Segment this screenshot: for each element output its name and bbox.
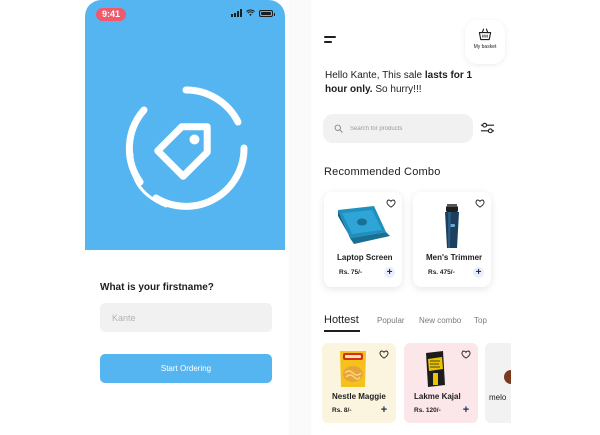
add-to-basket-button[interactable]: + [384, 267, 395, 278]
hot-card-lakme-kajal[interactable]: Lakme Kajal Rs. 120/- + [404, 343, 478, 423]
combo-price: Rs. 475/- [428, 269, 455, 276]
onboarding-screen: 9:41 What is your firstname? Kante Start… [85, 0, 285, 435]
basket-icon [478, 28, 492, 41]
maggie-image [340, 351, 366, 387]
heart-icon[interactable] [379, 350, 389, 359]
greeting-part1: Hello Kante, This sale [325, 70, 425, 81]
search-bar[interactable] [323, 114, 473, 143]
category-tabs: Hottest Popular New combo Top [324, 314, 511, 332]
hot-card-nestle-maggie[interactable]: Nestle Maggie Rs. 8/- + [322, 343, 396, 423]
combo-name: Men's Trimmer [426, 253, 483, 262]
firstname-input[interactable] [100, 303, 272, 332]
start-ordering-button[interactable]: Start Ordering [100, 354, 272, 383]
search-icon [334, 124, 343, 133]
basket-label: My basket [473, 44, 497, 50]
add-to-basket-button[interactable]: + [461, 405, 471, 416]
status-time: 9:41 [96, 8, 127, 21]
greeting-text: Hello Kante, This sale lasts for 1 hour … [325, 69, 475, 97]
tab-hottest[interactable]: Hottest [324, 314, 359, 326]
filter-icon[interactable] [480, 122, 495, 134]
hot-product-name: Lakme Kajal [414, 392, 461, 401]
app-showcase: 9:41 What is your firstname? Kante Start… [0, 0, 600, 435]
combo-card-laptop-screen[interactable]: Laptop Screen Rs. 75/- + [324, 192, 402, 287]
recommended-combo-title: Recommended Combo [324, 166, 441, 178]
hot-product-price: Rs. 8/- [332, 407, 352, 414]
heart-icon[interactable] [386, 199, 396, 208]
background-gap [289, 0, 311, 435]
combo-price: Rs. 75/- [339, 269, 363, 276]
home-screen: My basket Hello Kante, This sale lasts f… [311, 0, 511, 435]
combo-card-mens-trimmer[interactable]: Men's Trimmer Rs. 475/- + [413, 192, 491, 287]
tab-new-combo[interactable]: New combo [419, 316, 461, 325]
hot-product-name: Nestle Maggie [332, 392, 386, 401]
laptop-image [338, 206, 390, 244]
product-image [504, 370, 511, 384]
wifi-icon [246, 9, 255, 16]
menu-icon[interactable] [324, 36, 337, 44]
hot-product-price: Rs. 120/- [414, 407, 441, 414]
tab-top[interactable]: Top [474, 316, 487, 325]
basket-button[interactable]: My basket [465, 20, 505, 64]
battery-icon [259, 9, 275, 17]
active-tab-indicator [324, 330, 360, 332]
signal-icon [231, 9, 242, 17]
trimmer-image [445, 204, 459, 248]
tab-popular[interactable]: Popular [377, 316, 405, 325]
add-to-basket-button[interactable]: + [473, 267, 484, 278]
hero-banner: 9:41 [85, 0, 285, 250]
add-to-basket-button[interactable]: + [379, 405, 389, 416]
search-input[interactable] [350, 114, 465, 143]
combo-name: Laptop Screen [337, 253, 393, 262]
hot-card-partial[interactable]: melo [485, 343, 511, 423]
firstname-question: What is your firstname? [100, 282, 214, 293]
heart-icon[interactable] [461, 350, 471, 359]
price-tag-logo-icon [125, 86, 248, 210]
kajal-image [426, 351, 445, 387]
status-icons [231, 9, 275, 17]
heart-icon[interactable] [475, 199, 485, 208]
greeting-part2: So hurry!!! [372, 84, 422, 95]
hot-product-name: melo [489, 393, 507, 402]
